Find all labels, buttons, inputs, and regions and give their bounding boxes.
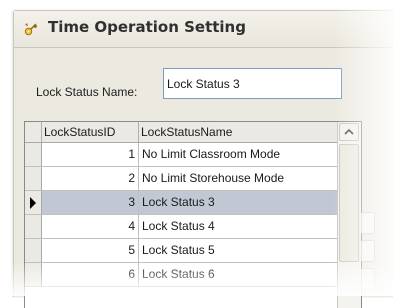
cell-lock-status-name[interactable]: No Limit Storehouse Mode xyxy=(139,167,337,190)
table-row[interactable]: 2 No Limit Storehouse Mode xyxy=(25,167,337,191)
current-row-arrow-icon xyxy=(30,197,36,209)
lock-status-name-label: Lock Status Name: xyxy=(36,85,138,99)
header-corner xyxy=(25,122,42,142)
lock-status-grid[interactable]: LockStatusID LockStatusName 1 No Limit C… xyxy=(24,121,362,308)
scroll-up-button[interactable] xyxy=(339,123,359,141)
cell-lock-status-id[interactable]: 2 xyxy=(42,167,139,190)
title-bar: Time Operation Setting xyxy=(14,11,393,48)
time-operation-window: Time Operation Setting Lock Status Name:… xyxy=(13,10,393,308)
cell-lock-status-name[interactable]: Lock Status 3 xyxy=(139,191,337,214)
row-selector[interactable] xyxy=(25,167,42,190)
row-selector[interactable] xyxy=(25,263,42,286)
cell-lock-status-id[interactable]: 1 xyxy=(42,143,139,166)
table-row[interactable]: 1 No Limit Classroom Mode xyxy=(25,143,337,167)
table-row-selected[interactable]: 3 Lock Status 3 xyxy=(25,191,337,215)
window-title: Time Operation Setting xyxy=(48,18,246,36)
table-row[interactable]: 4 Lock Status 4 xyxy=(25,215,337,239)
cell-lock-status-id[interactable]: 4 xyxy=(42,215,139,238)
column-header-lockstatusname[interactable]: LockStatusName xyxy=(139,122,337,142)
column-header-lockstatusid[interactable]: LockStatusID xyxy=(42,122,139,142)
table-row[interactable]: 6 Lock Status 6 xyxy=(25,263,337,287)
row-selector[interactable] xyxy=(25,143,42,166)
side-button[interactable] xyxy=(361,212,375,234)
cell-lock-status-name[interactable]: No Limit Classroom Mode xyxy=(139,143,337,166)
lock-status-name-input[interactable]: Lock Status 3 xyxy=(163,68,342,99)
side-button[interactable] xyxy=(361,240,375,262)
row-selector[interactable] xyxy=(25,215,42,238)
cell-lock-status-name[interactable]: Lock Status 5 xyxy=(139,239,337,262)
table-row[interactable]: 5 Lock Status 5 xyxy=(25,239,337,263)
cell-lock-status-name[interactable]: Lock Status 4 xyxy=(139,215,337,238)
row-selector[interactable] xyxy=(25,239,42,262)
vertical-scrollbar[interactable] xyxy=(337,122,361,308)
cell-lock-status-id[interactable]: 3 xyxy=(42,191,139,214)
side-button[interactable] xyxy=(361,268,375,290)
chevron-up-icon xyxy=(344,128,354,135)
cell-lock-status-id[interactable]: 5 xyxy=(42,239,139,262)
scroll-thumb[interactable] xyxy=(339,144,359,262)
cell-lock-status-name[interactable]: Lock Status 6 xyxy=(139,263,337,286)
grid-header: LockStatusID LockStatusName xyxy=(25,122,337,143)
cell-lock-status-id[interactable]: 6 xyxy=(42,263,139,286)
row-selector[interactable] xyxy=(25,191,42,214)
key-icon xyxy=(24,23,38,36)
